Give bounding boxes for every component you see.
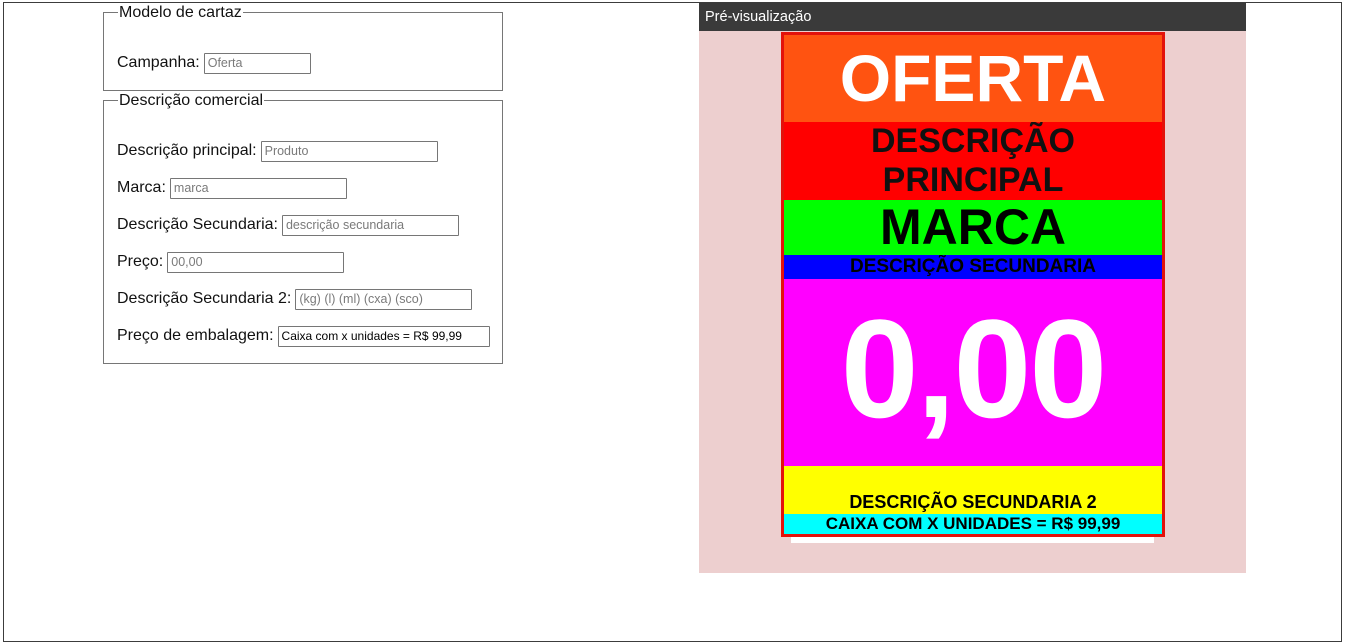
campanha-label: Campanha: xyxy=(117,54,200,71)
descricao-secundaria-2-label: Descrição Secundaria 2: xyxy=(117,290,292,307)
legend-modelo-cartaz: Modelo de cartaz xyxy=(119,4,242,21)
preco-input[interactable] xyxy=(167,251,345,273)
preco-embalagem-label: Preço de embalagem: xyxy=(117,327,274,344)
poster-descricao-secundaria-2: DESCRIÇÃO SECUNDARIA 2 xyxy=(849,492,1097,512)
row-preco: Preço: xyxy=(117,251,345,273)
preco-label: Preço: xyxy=(117,253,164,270)
row-descricao-principal: Descrição principal: xyxy=(117,140,438,162)
marca-label: Marca: xyxy=(117,179,166,196)
row-preco-embalagem: Preço de embalagem: xyxy=(117,325,490,347)
descricao-principal-input[interactable] xyxy=(260,140,438,162)
poster-marca: MARCA xyxy=(784,200,1162,255)
row-marca: Marca: xyxy=(117,177,347,199)
preview-panel: Pré-visualização OFERTA DESCRIÇÃO PRINCI… xyxy=(699,3,1246,573)
row-descricao-secundaria: Descrição Secundaria: xyxy=(117,214,459,236)
legend-descricao-comercial: Descrição comercial xyxy=(119,92,264,109)
preview-header: Pré-visualização xyxy=(699,3,1246,31)
descricao-secundaria-input[interactable] xyxy=(281,214,459,236)
fieldset-modelo-cartaz: Modelo de cartaz Campanha: xyxy=(103,4,503,91)
descricao-secundaria-label: Descrição Secundaria: xyxy=(117,216,278,233)
fieldset-descricao-comercial: Descrição comercial Descrição principal:… xyxy=(103,92,503,364)
row-descricao-secundaria-2: Descrição Secundaria 2: xyxy=(117,288,473,310)
poster-campanha: OFERTA xyxy=(784,35,1162,122)
poster-descricao-principal: DESCRIÇÃO PRINCIPAL xyxy=(784,122,1162,200)
poster-descricao-secundaria-2-band: DESCRIÇÃO SECUNDARIA 2 xyxy=(784,466,1162,514)
preco-embalagem-input[interactable] xyxy=(277,325,490,347)
row-campanha: Campanha: xyxy=(117,52,311,74)
campanha-input[interactable] xyxy=(203,52,311,74)
poster-shadow-strip xyxy=(791,537,1154,543)
marca-input[interactable] xyxy=(169,177,347,199)
poster-preco-embalagem: CAIXA COM X UNIDADES = R$ 99,99 xyxy=(784,514,1162,534)
descricao-principal-label: Descrição principal: xyxy=(117,142,257,159)
poster-preco: 0,00 xyxy=(784,279,1162,466)
descricao-secundaria-2-input[interactable] xyxy=(295,288,473,310)
poster-descricao-secundaria: DESCRIÇÃO SECUNDARIA xyxy=(784,255,1162,279)
poster: OFERTA DESCRIÇÃO PRINCIPAL MARCA DESCRIÇ… xyxy=(781,32,1165,537)
